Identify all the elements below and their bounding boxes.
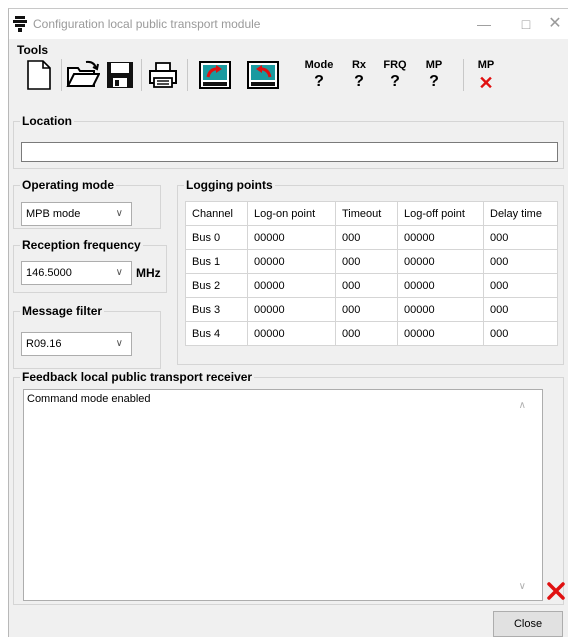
frq-status-label: FRQ [383, 59, 407, 71]
table-cell[interactable]: 000 [335, 321, 398, 346]
frq-status-value: ? [390, 73, 400, 90]
table-cell[interactable]: 000 [335, 249, 398, 274]
table-cell[interactable]: Bus 2 [185, 273, 248, 298]
mode-status-label: Mode [304, 59, 334, 71]
rx-status: Rx ? [345, 59, 373, 91]
table-cell[interactable]: 00000 [247, 225, 336, 250]
operating-mode-select[interactable]: MPB mode ∨ [21, 202, 132, 226]
table-cell[interactable]: 00000 [397, 273, 484, 298]
column-header[interactable]: Log-off point [397, 201, 484, 226]
message-filter-title: Message filter [20, 304, 105, 318]
table-cell[interactable]: 00000 [397, 297, 484, 322]
table-cell[interactable]: 00000 [397, 249, 484, 274]
logging-points-title: Logging points [184, 178, 275, 192]
table-row[interactable]: Bus 4 00000 000 00000 000 [185, 321, 558, 346]
clear-x-icon [547, 582, 565, 600]
operating-mode-value: MPB mode [26, 208, 81, 220]
mp-status: MP ? [419, 59, 449, 91]
mp-status-label: MP [425, 59, 443, 71]
upload-to-device-icon [199, 61, 231, 89]
mode-status: Mode ? [301, 59, 337, 91]
table-row[interactable]: Bus 0 00000 000 00000 000 [185, 225, 558, 250]
scroll-down-icon[interactable]: ∨ [519, 581, 526, 592]
title-bar: Configuration local public transport mod… [9, 9, 568, 39]
new-document-icon [27, 60, 51, 90]
location-input[interactable] [21, 142, 558, 162]
new-button[interactable] [19, 54, 59, 96]
column-header[interactable]: Channel [185, 201, 248, 226]
feedback-title: Feedback local public transport receiver [20, 370, 255, 384]
open-folder-icon [66, 60, 100, 87]
table-cell[interactable]: 000 [483, 321, 558, 346]
print-button[interactable] [143, 54, 183, 96]
reception-frequency-title: Reception frequency [20, 238, 143, 252]
maximize-button[interactable]: □ [512, 13, 540, 35]
mp-error-status: MP ✕ [471, 59, 501, 94]
chevron-down-icon: ∨ [115, 267, 123, 278]
table-row[interactable]: Bus 2 00000 000 00000 000 [185, 273, 558, 298]
table-cell[interactable]: 000 [335, 225, 398, 250]
window-title: Configuration local public transport mod… [33, 17, 261, 31]
column-header[interactable]: Delay time [483, 201, 558, 226]
feedback-message: Command mode enabled [27, 393, 151, 405]
mp-error-label: MP [477, 59, 495, 71]
toolbar-separator [61, 59, 62, 91]
mode-status-value: ? [314, 73, 324, 90]
chevron-down-icon: ∨ [115, 208, 123, 219]
feedback-log[interactable]: Command mode enabled ∧ ∨ [23, 389, 543, 601]
table-cell[interactable]: 00000 [397, 321, 484, 346]
table-row[interactable]: Bus 1 00000 000 00000 000 [185, 249, 558, 274]
table-cell[interactable]: 00000 [247, 249, 336, 274]
table-cell[interactable]: Bus 1 [185, 249, 248, 274]
column-header[interactable]: Timeout [335, 201, 398, 226]
error-x-icon: ✕ [478, 73, 494, 93]
rx-status-label: Rx [351, 59, 367, 71]
location-title: Location [20, 114, 74, 128]
save-disk-icon [107, 62, 133, 88]
open-button[interactable] [63, 54, 103, 96]
table-cell[interactable]: 00000 [397, 225, 484, 250]
download-from-device-icon [247, 61, 279, 89]
close-button[interactable]: Close [493, 611, 563, 637]
table-cell[interactable]: 000 [335, 273, 398, 298]
frequency-unit: MHz [136, 266, 161, 280]
table-cell[interactable]: Bus 4 [185, 321, 248, 346]
save-button[interactable] [100, 54, 140, 96]
toolbar-separator [463, 59, 464, 91]
operating-mode-title: Operating mode [20, 178, 117, 192]
table-cell[interactable]: 00000 [247, 297, 336, 322]
rx-status-value: ? [354, 73, 364, 90]
logging-points-table: Channel Log-on point Timeout Log-off poi… [185, 201, 558, 346]
config-window: Configuration local public transport mod… [8, 8, 568, 637]
reception-frequency-select[interactable]: 146.5000 ∨ [21, 261, 132, 285]
table-row[interactable]: Bus 3 00000 000 00000 000 [185, 297, 558, 322]
table-header-row: Channel Log-on point Timeout Log-off poi… [185, 201, 558, 226]
mp-status-value: ? [429, 73, 439, 90]
column-header[interactable]: Log-on point [247, 201, 336, 226]
toolbar-separator [187, 59, 188, 91]
table-cell[interactable]: 000 [483, 297, 558, 322]
table-cell[interactable]: Bus 3 [185, 297, 248, 322]
chevron-down-icon: ∨ [115, 338, 123, 349]
frq-status: FRQ ? [379, 59, 411, 91]
download-button[interactable] [243, 54, 283, 96]
clear-feedback-button[interactable] [545, 580, 567, 602]
table-cell[interactable]: 000 [483, 249, 558, 274]
table-cell[interactable]: 00000 [247, 273, 336, 298]
toolbar-separator [141, 59, 142, 91]
table-cell[interactable]: Bus 0 [185, 225, 248, 250]
table-cell[interactable]: 00000 [247, 321, 336, 346]
table-cell[interactable]: 000 [335, 297, 398, 322]
upload-button[interactable] [195, 54, 235, 96]
close-window-button[interactable]: ✕ [541, 13, 568, 35]
reception-frequency-value: 146.5000 [26, 267, 72, 279]
message-filter-value: R09.16 [26, 338, 62, 350]
minimize-button[interactable]: — [470, 13, 498, 35]
table-cell[interactable]: 000 [483, 273, 558, 298]
scroll-up-icon[interactable]: ∧ [519, 400, 526, 411]
table-cell[interactable]: 000 [483, 225, 558, 250]
message-filter-select[interactable]: R09.16 ∨ [21, 332, 132, 356]
printer-icon [149, 62, 177, 88]
app-logo-icon [13, 16, 27, 32]
